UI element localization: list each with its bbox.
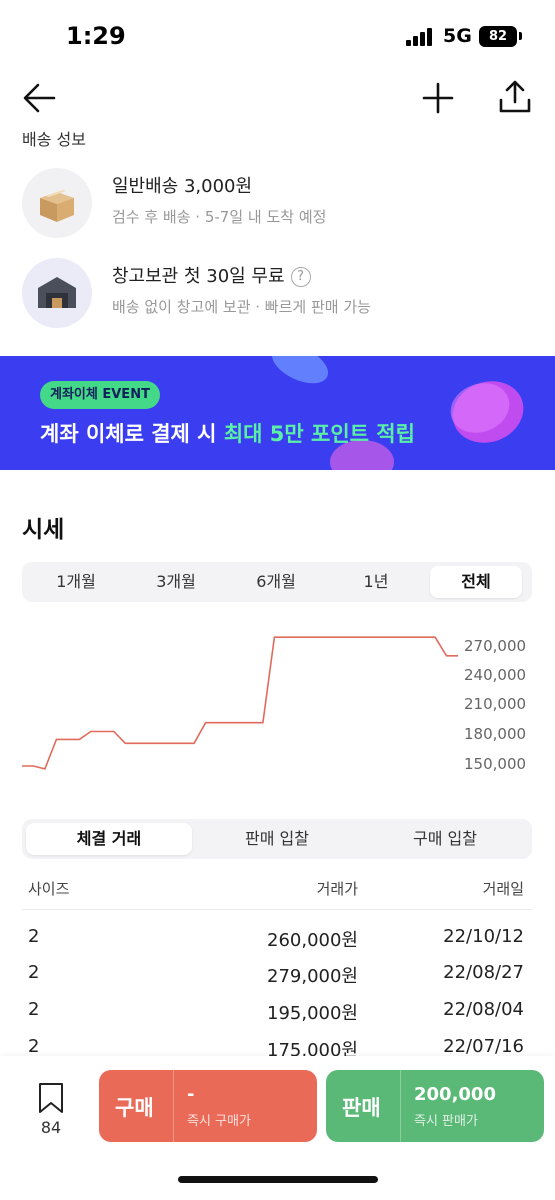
buy-sub: 즉시 구매가 <box>187 1114 251 1129</box>
y-tick-label: 150,000 <box>464 755 526 773</box>
shipping-option-standard[interactable]: 일반배송 3,000원 검수 후 배송 · 5-7일 내 도착 예정 <box>0 168 555 248</box>
home-indicator <box>178 1176 378 1183</box>
network-type: 5G <box>443 25 472 47</box>
table-row: 2 195,000원 22/08/04 <box>22 999 532 1035</box>
warehouse-title-text: 창고보관 첫 30일 무료 <box>112 266 285 287</box>
header-price: 거래가 <box>316 880 358 898</box>
warehouse-icon <box>22 258 92 328</box>
y-tick-label: 210,000 <box>464 695 526 713</box>
shipping-option-warehouse[interactable]: 창고보관 첫 30일 무료? 배송 없이 창고에 보관 · 빠르게 판매 가능 <box>0 258 555 338</box>
y-tick-label: 240,000 <box>464 666 526 684</box>
table-row: 2 260,000원 22/10/12 <box>22 926 532 962</box>
banner-text: 계좌 이체로 결제 시 최대 5만 포인트 적립 <box>40 418 415 448</box>
banner-text-highlight: 최대 5만 포인트 적립 <box>223 422 415 446</box>
wishlist-button[interactable]: 84 <box>28 1078 74 1142</box>
signal-icon <box>406 28 436 46</box>
tab-period-1y[interactable]: 1년 <box>330 566 422 598</box>
y-tick-label: 180,000 <box>464 725 526 743</box>
shipping-subtitle: 검수 후 배송 · 5-7일 내 도착 예정 <box>112 208 327 226</box>
buy-price: - <box>187 1084 195 1105</box>
header-size: 사이즈 <box>28 880 70 898</box>
price-chart: 270,000 240,000 210,000 180,000 150,000 <box>22 636 526 773</box>
header-date: 거래일 <box>482 880 524 898</box>
trade-table-header: 사이즈 거래가 거래일 <box>22 876 532 910</box>
row-price: 279,000원 <box>267 966 358 987</box>
trade-tabs: 체결 거래 판매 입찰 구매 입찰 <box>22 819 532 859</box>
tab-period-6m[interactable]: 6개월 <box>230 566 322 598</box>
sell-divider <box>400 1070 401 1142</box>
buy-label: 구매 <box>115 1096 154 1120</box>
banner-text-prefix: 계좌 이체로 결제 시 <box>40 422 224 446</box>
tab-period-all[interactable]: 전체 <box>430 566 522 598</box>
status-bar: 1:29 5G 82 <box>0 0 555 72</box>
warehouse-title: 창고보관 첫 30일 무료? <box>112 262 311 288</box>
row-date: 22/07/16 <box>443 1036 524 1057</box>
tab-period-3m[interactable]: 3개월 <box>130 566 222 598</box>
buy-divider <box>173 1070 174 1142</box>
row-date: 22/10/12 <box>443 926 524 947</box>
bookmark-icon <box>39 1083 63 1113</box>
row-price: 260,000원 <box>267 930 358 951</box>
y-tick-label: 270,000 <box>464 637 526 655</box>
warehouse-subtitle: 배송 없이 창고에 보관 · 빠르게 판매 가능 <box>112 298 371 316</box>
tab-sell-bids[interactable]: 판매 입찰 <box>194 823 360 855</box>
row-size: 2 <box>28 999 40 1020</box>
wishlist-count: 84 <box>40 1118 62 1137</box>
sell-label: 판매 <box>342 1096 381 1120</box>
row-price: 195,000원 <box>267 1003 358 1024</box>
buy-button[interactable]: 구매 - 즉시 구매가 <box>99 1070 317 1142</box>
price-line <box>22 636 458 770</box>
help-icon[interactable]: ? <box>290 267 311 287</box>
battery-icon: 82 <box>479 26 517 47</box>
sell-price: 200,000 <box>414 1084 496 1105</box>
shipping-title: 일반배송 3,000원 <box>112 176 253 197</box>
row-size: 2 <box>28 1036 40 1057</box>
sell-button[interactable]: 판매 200,000 즉시 판매가 <box>326 1070 544 1142</box>
row-date: 22/08/27 <box>443 962 524 983</box>
tab-completed-trades[interactable]: 체결 거래 <box>26 823 192 855</box>
share-icon[interactable] <box>496 78 534 116</box>
sell-sub: 즉시 판매가 <box>414 1114 478 1129</box>
row-date: 22/08/04 <box>443 999 524 1020</box>
price-history-title: 시세 <box>22 517 65 543</box>
period-tabs: 1개월 3개월 6개월 1년 전체 <box>22 562 532 602</box>
shipping-section-label: 배송 성보 <box>22 130 86 149</box>
event-badge: 계좌이체 EVENT <box>40 381 160 409</box>
banner-decoration <box>271 356 524 470</box>
tab-period-1m[interactable]: 1개월 <box>30 566 122 598</box>
tab-buy-bids[interactable]: 구매 입찰 <box>362 823 528 855</box>
table-row: 2 279,000원 22/08/27 <box>22 962 532 998</box>
row-size: 2 <box>28 926 40 947</box>
box-icon <box>22 168 92 238</box>
battery-tip <box>519 32 522 40</box>
plus-icon[interactable] <box>420 80 456 116</box>
event-banner[interactable]: 계좌이체 EVENT 계좌 이체로 결제 시 최대 5만 포인트 적립 <box>0 356 555 470</box>
back-arrow-icon[interactable] <box>20 80 60 116</box>
row-size: 2 <box>28 962 40 983</box>
status-time: 1:29 <box>66 22 126 50</box>
